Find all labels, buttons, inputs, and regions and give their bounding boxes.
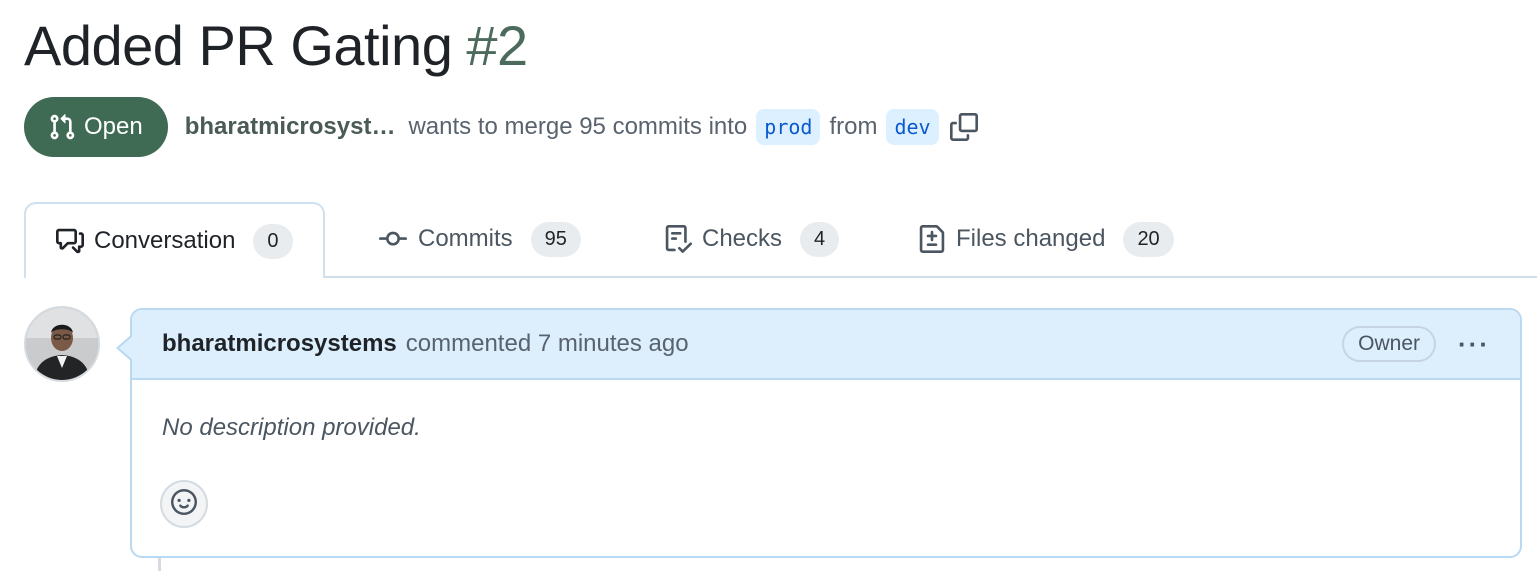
owner-badge: Owner <box>1342 326 1437 362</box>
comment-box: bharatmicrosystems commented 7 minutes a… <box>130 308 1522 558</box>
tab-conversation-count: 0 <box>253 223 293 259</box>
comment-body: No description provided. <box>162 414 421 441</box>
timeline-line <box>158 558 161 571</box>
from-text: from <box>829 113 878 140</box>
avatar[interactable] <box>24 306 100 382</box>
kebab-menu-icon[interactable]: ··· <box>1458 329 1490 360</box>
file-diff-icon <box>918 225 946 253</box>
tab-conversation-label: Conversation <box>94 227 236 254</box>
tab-conversation[interactable]: Conversation 0 <box>24 202 325 278</box>
merge-text: wants to merge 95 commits into <box>408 113 748 140</box>
tab-checks-count: 4 <box>800 221 840 257</box>
add-reaction-button[interactable] <box>160 480 208 528</box>
tab-checks-label: Checks <box>702 225 783 252</box>
comment-caret-inner <box>119 336 133 360</box>
state-label: Open <box>84 113 143 140</box>
tab-commits-count: 95 <box>530 221 581 257</box>
smiley-icon <box>171 488 197 520</box>
pr-title-text: Added PR Gating <box>24 14 453 77</box>
tab-commits-label: Commits <box>418 225 513 252</box>
state-badge: Open <box>24 97 168 157</box>
pr-title: Added PR Gating #2 <box>24 10 528 82</box>
tab-files-changed[interactable]: Files changed 20 <box>918 202 1174 276</box>
tab-checks[interactable]: Checks 4 <box>664 202 840 276</box>
tab-files-changed-count: 20 <box>1123 221 1174 257</box>
pr-meta: bharatmicrosyst… wants to merge 95 commi… <box>185 109 978 145</box>
commit-icon <box>378 225 408 253</box>
conversation-icon <box>56 227 84 255</box>
avatar-photo <box>26 308 98 380</box>
head-branch[interactable]: dev <box>886 109 939 145</box>
copy-icon[interactable] <box>949 113 978 141</box>
pr-author-link[interactable]: bharatmicrosyst… <box>185 113 396 141</box>
pr-status-row: Open bharatmicrosyst… wants to merge 95 … <box>24 96 978 158</box>
comment-header: bharatmicrosystems commented 7 minutes a… <box>132 310 1520 380</box>
git-pull-request-icon <box>48 113 76 141</box>
pr-tabs: Conversation 0 Commits 95 Checks 4 Files… <box>0 202 1537 278</box>
checklist-icon <box>664 225 692 253</box>
comment-author[interactable]: bharatmicrosystems <box>162 330 397 358</box>
pr-number: #2 <box>466 14 528 77</box>
tab-files-changed-label: Files changed <box>956 225 1106 252</box>
tab-commits[interactable]: Commits 95 <box>378 202 581 276</box>
comment-timestamp[interactable]: commented 7 minutes ago <box>406 330 689 358</box>
base-branch[interactable]: prod <box>756 109 821 145</box>
